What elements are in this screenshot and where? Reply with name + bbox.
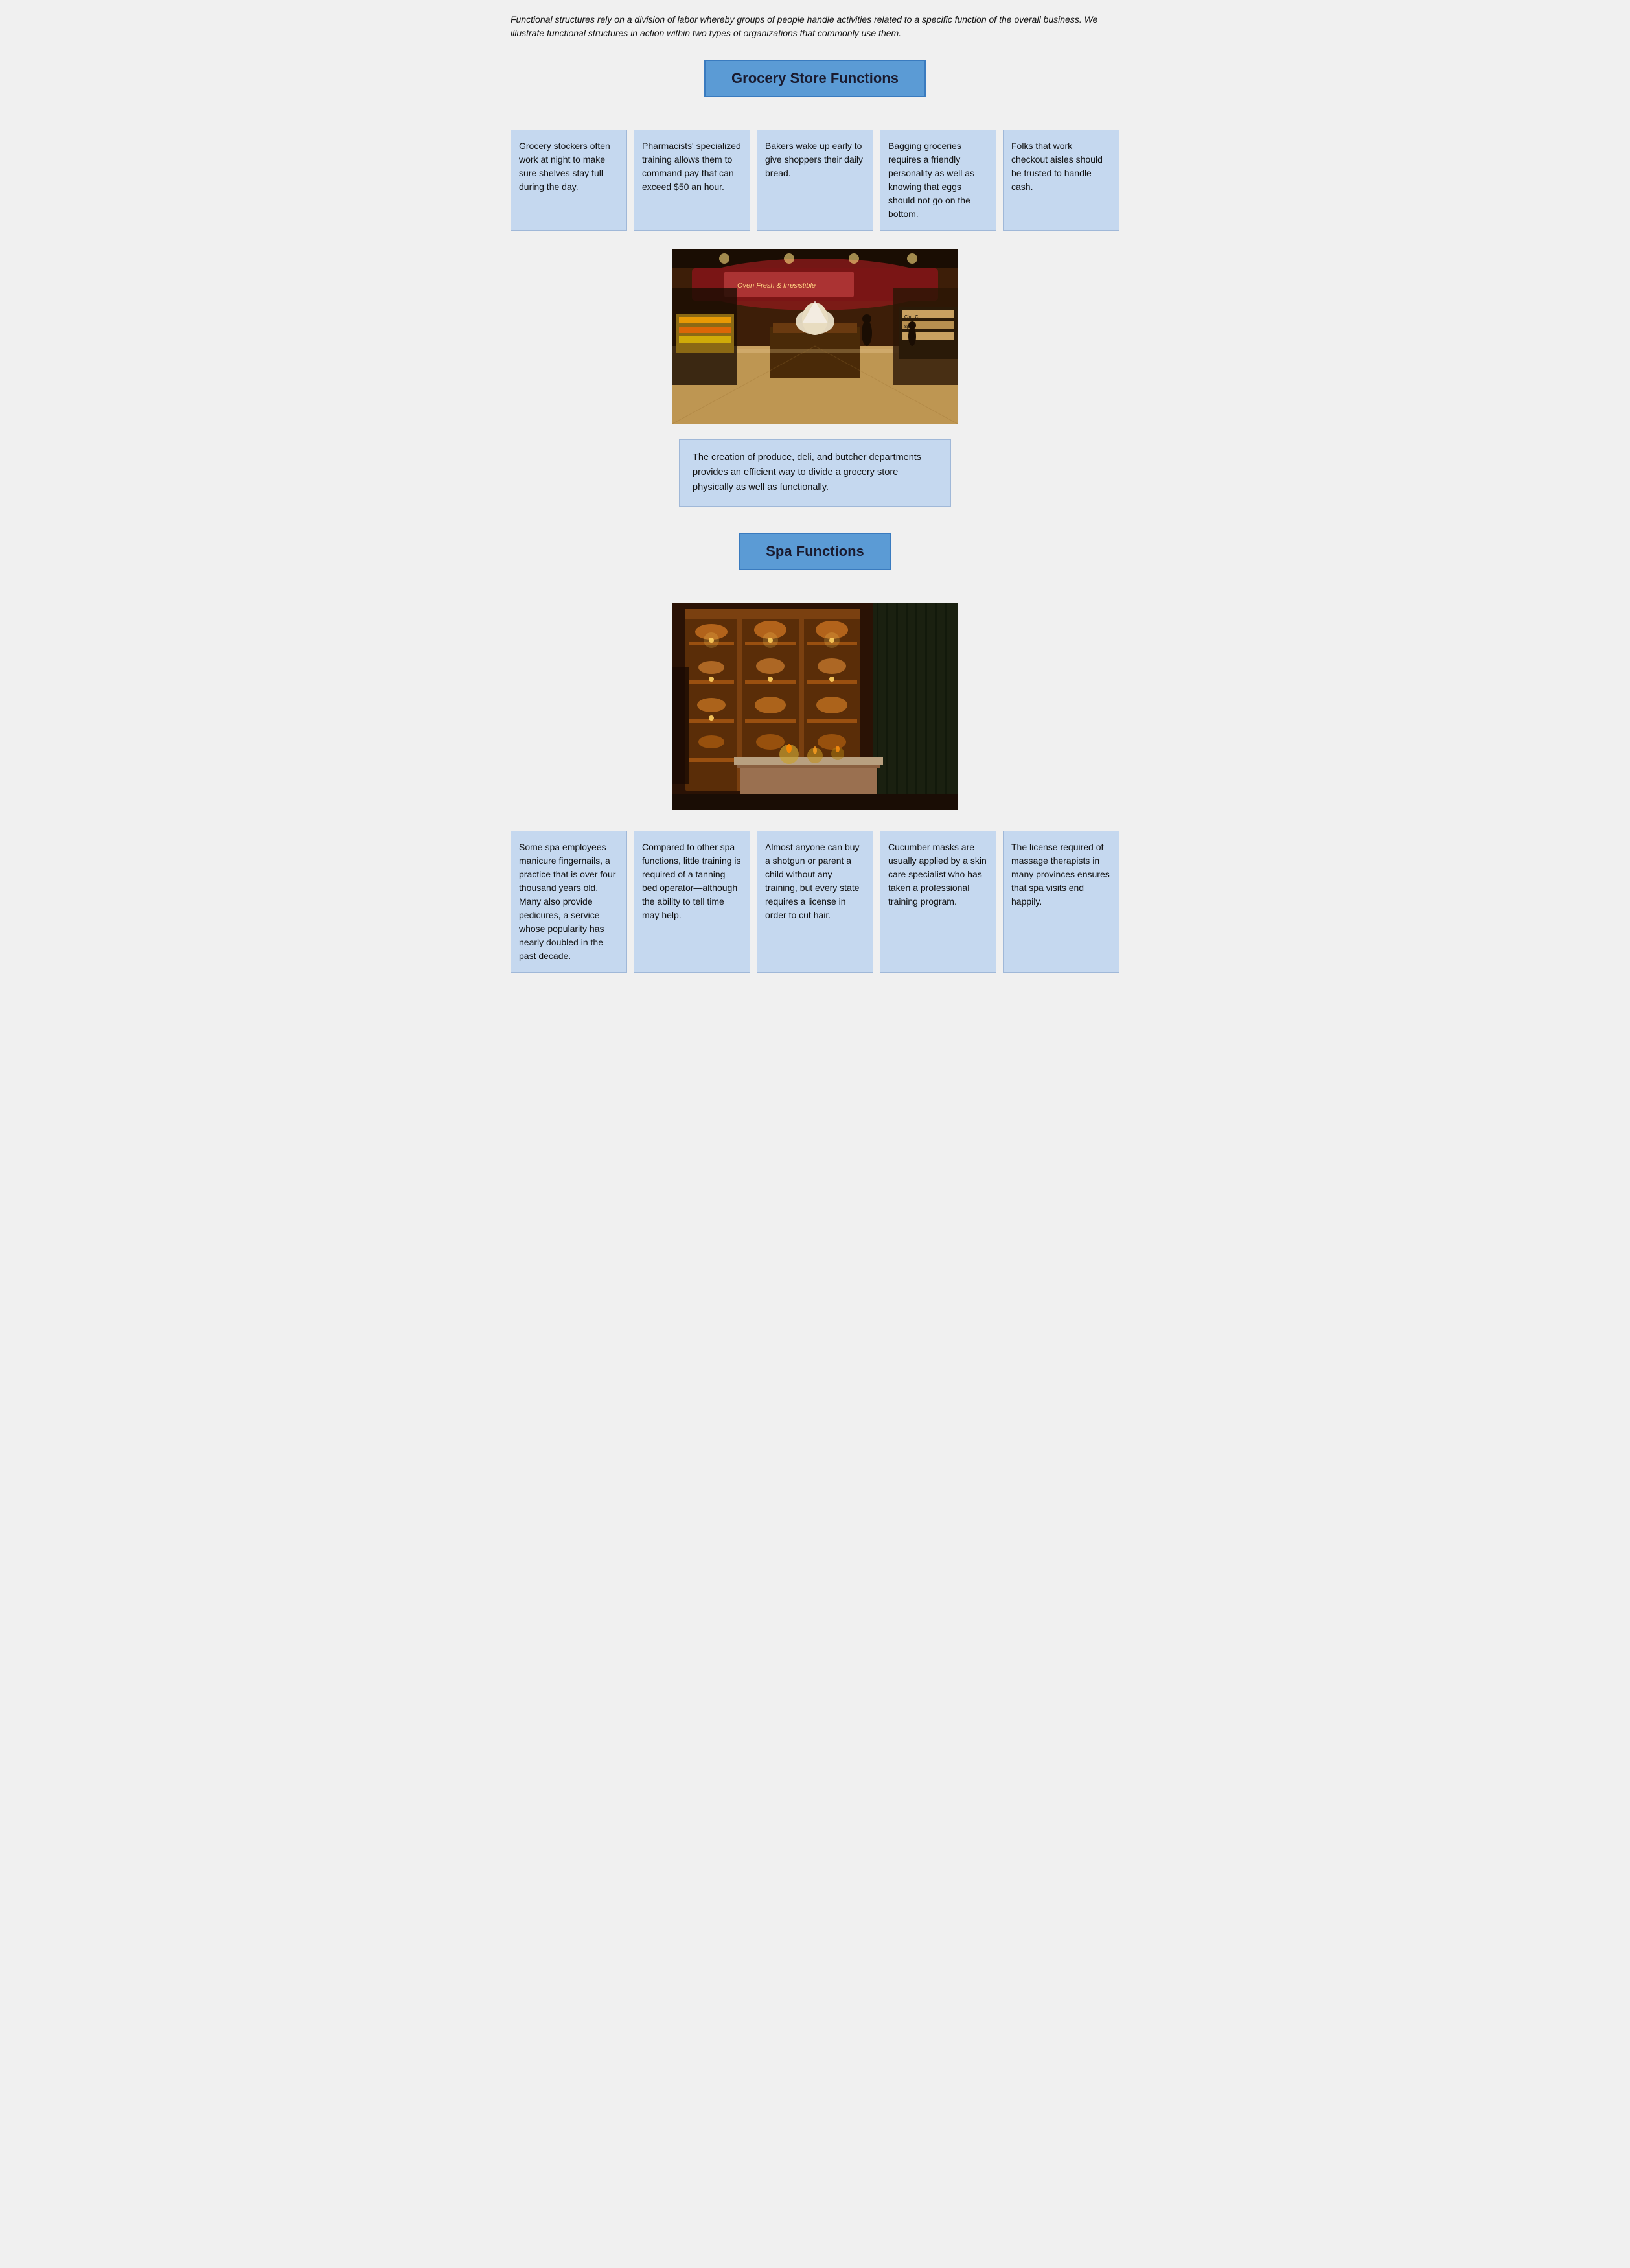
spa-section-title: Spa Functions <box>739 533 891 570</box>
grocery-card-4: Folks that work checkout aisles should b… <box>1003 130 1119 231</box>
grocery-section-title: Grocery Store Functions <box>704 60 926 97</box>
spa-card-1: Compared to other spa functions, little … <box>634 831 750 973</box>
spa-interior-image <box>672 603 958 810</box>
spa-card-3: Cucumber masks are usually applied by a … <box>880 831 996 973</box>
spa-image-wrap <box>511 603 1119 813</box>
grocery-card-0: Grocery stockers often work at night to … <box>511 130 627 231</box>
intro-text: Functional structures rely on a division… <box>511 13 1119 40</box>
svg-text:Club C: Club C <box>904 315 918 319</box>
grocery-image-wrap: Oven Fresh & Irresistible Club C Speci <box>511 249 1119 426</box>
grocery-card-2: Bakers wake up early to give shoppers th… <box>757 130 873 231</box>
grocery-card-1: Pharmacists' specialized training allows… <box>634 130 750 231</box>
spa-card-2: Almost anyone can buy a shotgun or paren… <box>757 831 873 973</box>
grocery-store-image: Oven Fresh & Irresistible Club C Speci <box>672 249 958 424</box>
grocery-cards-row: Grocery stockers often work at night to … <box>511 130 1119 231</box>
spa-cards-row: Some spa employees manicure fingernails,… <box>511 831 1119 973</box>
grocery-card-3: Bagging groceries requires a friendly pe… <box>880 130 996 231</box>
spa-card-4: The license required of massage therapis… <box>1003 831 1119 973</box>
spa-card-0: Some spa employees manicure fingernails,… <box>511 831 627 973</box>
svg-text:Oven Fresh & Irresistible: Oven Fresh & Irresistible <box>737 282 816 290</box>
grocery-caption: The creation of produce, deli, and butch… <box>679 439 951 507</box>
